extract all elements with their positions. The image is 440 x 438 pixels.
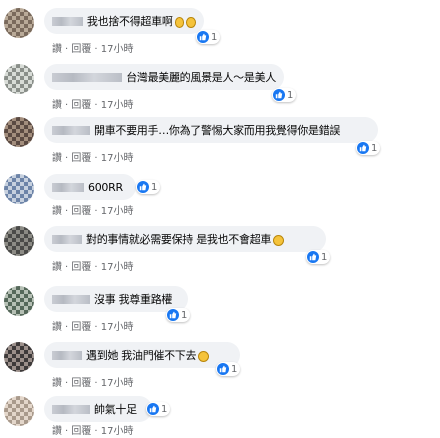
comment-text: 遇到她 我油門催不下去 [86, 349, 197, 362]
commenter-name[interactable] [52, 16, 83, 26]
comment-actions: 讚 · 回覆 · 17小時 [52, 153, 134, 164]
comment-actions: 讚 · 回覆 · 17小時 [52, 206, 134, 217]
timestamp[interactable]: 17小時 [101, 44, 134, 55]
like-link[interactable]: 讚 [52, 206, 62, 217]
commenter-name[interactable] [52, 294, 90, 304]
like-link[interactable]: 讚 [52, 100, 62, 111]
thumbs-up-icon [167, 309, 179, 321]
reaction-number: 1 [161, 403, 168, 415]
reaction-number: 1 [371, 142, 378, 154]
comment-actions: 讚 · 回覆 · 17小時 [52, 262, 134, 273]
reaction-count[interactable]: 1 [306, 250, 331, 264]
timestamp[interactable]: 17小時 [101, 378, 134, 389]
timestamp[interactable]: 17小時 [101, 206, 134, 217]
reaction-count[interactable]: 1 [166, 308, 191, 322]
reaction-number: 1 [231, 363, 238, 375]
timestamp[interactable]: 17小時 [101, 426, 134, 437]
comment-text: 我也捨不得超車啊 [86, 15, 173, 28]
comment-actions: 讚 · 回覆 · 17小時 [52, 322, 134, 333]
reaction-number: 1 [287, 89, 294, 101]
reaction-count[interactable]: 1 [136, 180, 161, 194]
reply-link[interactable]: 回覆 [71, 206, 91, 217]
like-link[interactable]: 讚 [52, 378, 62, 389]
laughing-emoji-icon [186, 16, 196, 28]
reply-link[interactable]: 回覆 [71, 262, 91, 273]
reply-link[interactable]: 回覆 [71, 426, 91, 437]
thumbs-up-icon [137, 181, 149, 193]
timestamp[interactable]: 17小時 [101, 153, 134, 164]
laughing-emoji-icon [174, 16, 185, 28]
thumbs-up-icon [307, 251, 319, 263]
commenter-name[interactable] [52, 404, 90, 414]
reply-link[interactable]: 回覆 [71, 378, 91, 389]
comment-actions: 讚 · 回覆 · 17小時 [52, 100, 134, 111]
reply-link[interactable]: 回覆 [71, 44, 91, 55]
comment-bubble: 沒事 我尊重路權 [44, 286, 188, 312]
comment-bubble: 遇到她 我油門催不下去 [44, 342, 240, 368]
like-link[interactable]: 讚 [52, 153, 62, 164]
commenter-name[interactable] [52, 72, 123, 82]
timestamp[interactable]: 17小時 [101, 262, 134, 273]
reaction-number: 1 [151, 181, 158, 193]
commenter-name[interactable] [52, 182, 84, 192]
reaction-count[interactable]: 1 [216, 362, 241, 376]
commenter-name[interactable] [52, 350, 82, 360]
like-link[interactable]: 讚 [52, 44, 62, 55]
comment-actions: 讚 · 回覆 · 17小時 [52, 44, 134, 55]
comment-text: 600RR [88, 180, 123, 194]
thumbs-up-icon [197, 31, 209, 43]
avatar[interactable] [4, 64, 34, 94]
laughing-emoji-icon [198, 350, 210, 362]
like-link[interactable]: 讚 [52, 426, 62, 437]
comment-actions: 讚 · 回覆 · 17小時 [52, 426, 134, 437]
reply-link[interactable]: 回覆 [71, 322, 91, 333]
comment-bubble: 我也捨不得超車啊 [44, 8, 204, 34]
comment-actions: 讚 · 回覆 · 17小時 [52, 378, 134, 389]
timestamp[interactable]: 17小時 [101, 322, 134, 333]
comment-text: 對的事情就必需要保持 是我也不會超車 [86, 233, 272, 246]
like-link[interactable]: 讚 [52, 322, 62, 333]
comment-text: 帥氣十足 [94, 403, 137, 416]
comment-bubble: 台灣最美麗的風景是人～是美人 [44, 64, 284, 90]
commenter-name[interactable] [52, 234, 82, 244]
laughing-emoji-icon [273, 234, 285, 246]
comment-bubble: 對的事情就必需要保持 是我也不會超車 [44, 226, 326, 252]
reaction-number: 1 [321, 251, 328, 263]
comment-bubble: 開車不要用手…你為了警惕大家而用我覺得你是錯誤 [44, 117, 378, 143]
avatar[interactable] [4, 342, 34, 372]
avatar[interactable] [4, 174, 34, 204]
reply-link[interactable]: 回覆 [71, 153, 91, 164]
thumbs-up-icon [273, 89, 285, 101]
reaction-count[interactable]: 1 [272, 88, 297, 102]
avatar[interactable] [4, 117, 34, 147]
comment-text: 沒事 我尊重路權 [94, 293, 173, 306]
timestamp[interactable]: 17小時 [101, 100, 134, 111]
reaction-count[interactable]: 1 [356, 141, 381, 155]
reply-link[interactable]: 回覆 [71, 100, 91, 111]
reaction-count[interactable]: 1 [146, 402, 171, 416]
thumbs-up-icon [147, 403, 159, 415]
avatar[interactable] [4, 226, 34, 256]
comment-bubble: 600RR [44, 174, 136, 200]
thumbs-up-icon [357, 142, 369, 154]
avatar[interactable] [4, 286, 34, 316]
commenter-name[interactable] [52, 125, 90, 135]
comment-bubble: 帥氣十足 [44, 396, 152, 422]
comment-text: 台灣最美麗的風景是人～是美人 [126, 71, 276, 84]
reaction-number: 1 [181, 309, 188, 321]
avatar[interactable] [4, 8, 34, 38]
comment-text: 開車不要用手…你為了警惕大家而用我覺得你是錯誤 [94, 124, 341, 137]
reaction-count[interactable]: 1 [196, 30, 221, 44]
thumbs-up-icon [217, 363, 229, 375]
reaction-number: 1 [211, 31, 218, 43]
avatar[interactable] [4, 396, 34, 426]
like-link[interactable]: 讚 [52, 262, 62, 273]
